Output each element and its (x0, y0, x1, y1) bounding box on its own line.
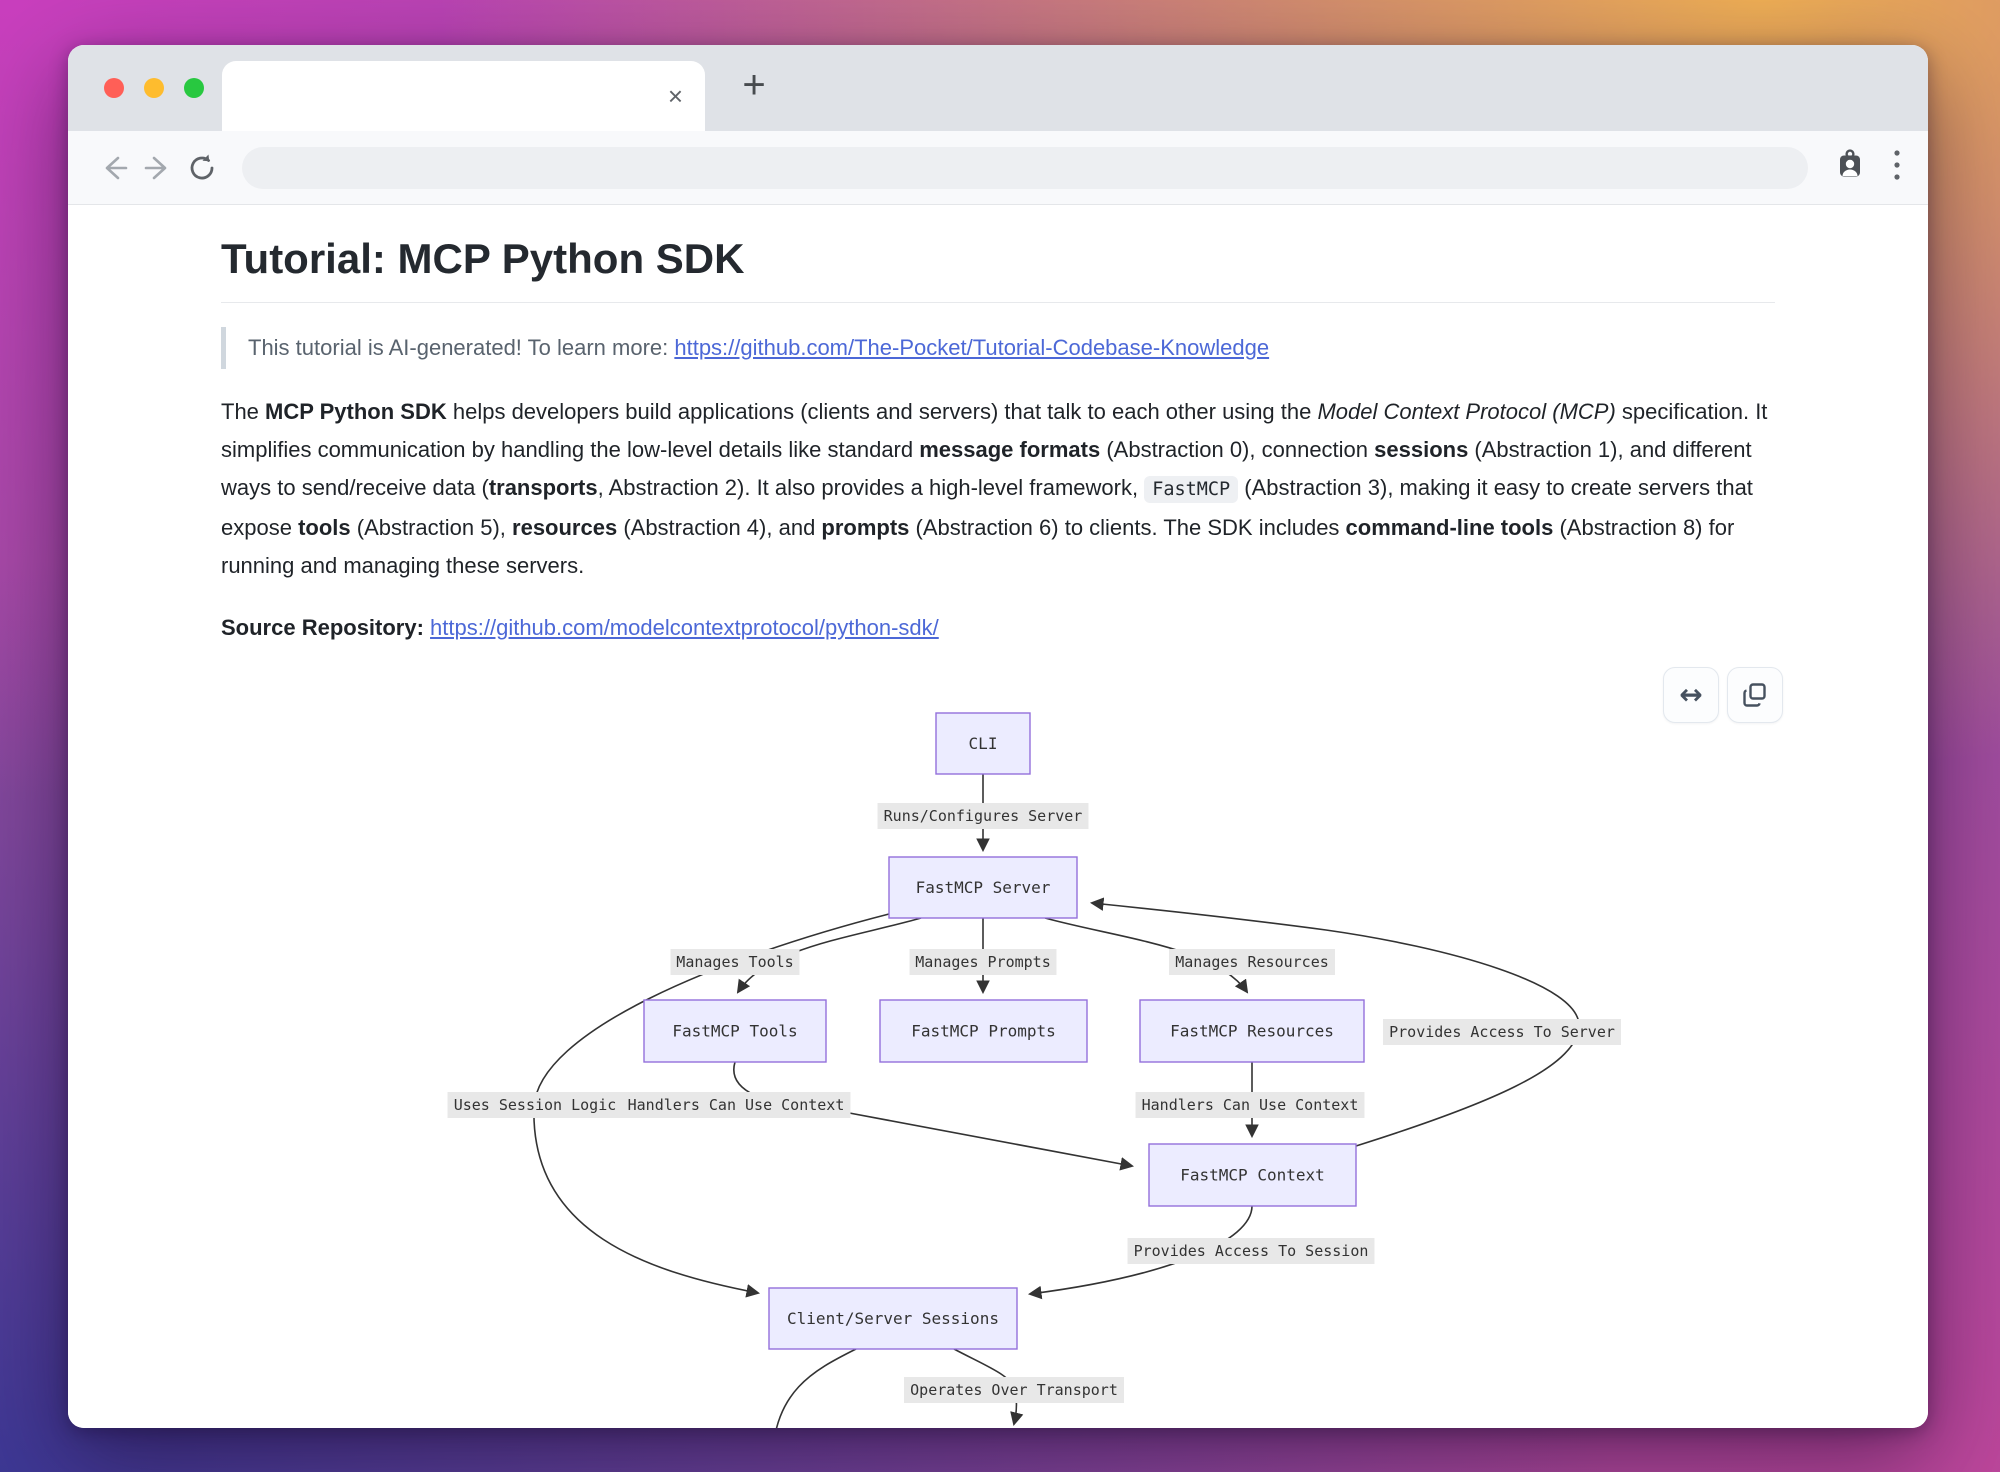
diagram-controls: ↔ (1663, 667, 1783, 723)
diagram-node-fastmcp-tools: FastMCP Tools (644, 1000, 826, 1062)
diagram-node-fastmcp-context: FastMCP Context (1149, 1144, 1356, 1206)
diagram-edge (772, 1349, 856, 1429)
diagram-edge-label: Manages Prompts (910, 949, 1057, 975)
minimize-window-button[interactable] (144, 78, 164, 98)
browser-tab[interactable]: × (222, 61, 705, 131)
intro-segment: FastMCP (1144, 476, 1238, 503)
diagram-node-fastmcp-prompts: FastMCP Prompts (880, 1000, 1087, 1062)
desktop-background: { "browser": { "traffic_lights": [ {"nam… (0, 0, 2000, 1472)
ai-note-blockquote: This tutorial is AI-generated! To learn … (221, 327, 1775, 369)
diagram-edge-label-text: Provides Access To Session (1134, 1242, 1369, 1260)
address-bar[interactable] (242, 147, 1808, 189)
diagram-node-client-server-sessions: Client/Server Sessions (769, 1288, 1017, 1349)
intro-segment: (Abstraction 5), (351, 515, 512, 540)
diagram-node-fastmcp-server: FastMCP Server (889, 857, 1077, 918)
source-repository-label: Source Repository: (221, 615, 430, 640)
close-window-button[interactable] (104, 78, 124, 98)
tab-strip: × + (68, 45, 1928, 131)
note-text: This tutorial is AI-generated! To learn … (248, 335, 674, 360)
diagram-edge-label: Manages Tools (671, 949, 800, 975)
menu-button[interactable] (1892, 148, 1902, 187)
mermaid-flowchart: Runs/Configures Server Manages Tools Manag… (426, 675, 1726, 1429)
intro-segment: (Abstraction 6) to clients. The SDK incl… (909, 515, 1345, 540)
diagram-node-label: FastMCP Prompts (911, 1021, 1056, 1040)
intro-segment: MCP Python SDK (265, 399, 447, 424)
reload-button[interactable] (180, 146, 224, 190)
intro-segment: tools (298, 515, 351, 540)
back-arrow-icon (99, 153, 129, 183)
diagram-node-label: FastMCP Context (1180, 1165, 1325, 1184)
diagram-node-cli: CLI (936, 713, 1030, 774)
diagram-edge-label: Manages Resources (1169, 949, 1335, 975)
browser-toolbar (68, 131, 1928, 205)
diagram-edge-label-text: Manages Prompts (915, 953, 1050, 971)
intro-segment: (Abstraction 0), connection (1100, 437, 1374, 462)
diagram-node-label: FastMCP Tools (672, 1021, 797, 1040)
diagram-section: ↔ Runs/Configures Server Manages Tools Man… (221, 675, 1775, 1429)
diagram-edge-label-text: Manages Resources (1175, 953, 1329, 971)
intro-segment: Model Context Protocol (MCP) (1317, 399, 1615, 424)
browser-window: × + (68, 45, 1928, 1428)
diagram-edge-label-text: Provides Access To Server (1389, 1023, 1615, 1041)
diagram-node-label: Client/Server Sessions (787, 1309, 999, 1328)
intro-paragraph: The MCP Python SDK helps developers buil… (221, 393, 1775, 585)
diagram-edge-label-text: Handlers Can Use Context (1142, 1096, 1359, 1114)
traffic-lights (104, 78, 204, 98)
intro-segment: message formats (919, 437, 1100, 462)
diagram-edge-label: Runs/Configures Server (878, 803, 1089, 829)
intro-segment: transports (489, 475, 598, 500)
intro-segment: (Abstraction 4), and (617, 515, 821, 540)
back-button[interactable] (92, 146, 136, 190)
diagram-edge-label-text: Runs/Configures Server (884, 807, 1083, 825)
diagram-edge-label: Uses Session Logic (448, 1092, 623, 1118)
intro-segment: command-line tools (1346, 515, 1554, 540)
toolbar-right-group (1834, 148, 1902, 187)
diagram-node-label: FastMCP Resources (1170, 1021, 1334, 1040)
intro-segment: The (221, 399, 265, 424)
expand-width-icon: ↔ (1679, 681, 1702, 709)
diagram-edge-label-text: Handlers Can Use Context (628, 1096, 845, 1114)
diagram-edge-label-text: Operates Over Transport (910, 1381, 1118, 1399)
diagram-edge-label: Provides Access To Session (1128, 1238, 1375, 1264)
diagram-node-label: FastMCP Server (916, 878, 1051, 897)
profile-badge-icon (1834, 149, 1866, 181)
intro-segment: , Abstraction 2). It also provides a hig… (598, 475, 1145, 500)
forward-arrow-icon (143, 153, 173, 183)
intro-segment: resources (512, 515, 617, 540)
source-repository-line: Source Repository: https://github.com/mo… (221, 611, 1775, 645)
copy-icon (1742, 682, 1768, 708)
diagram-edge-label: Operates Over Transport (904, 1377, 1124, 1403)
page-content: Tutorial: MCP Python SDK This tutorial i… (68, 205, 1928, 1428)
menu-dots-icon (1892, 148, 1902, 182)
diagram-edge-label-text: Manages Tools (676, 953, 793, 971)
forward-button[interactable] (136, 146, 180, 190)
intro-segment: prompts (821, 515, 909, 540)
diagram-edge-label: Handlers Can Use Context (1136, 1092, 1365, 1118)
intro-segment: sessions (1374, 437, 1468, 462)
maximize-window-button[interactable] (184, 78, 204, 98)
new-tab-button[interactable]: + (730, 63, 778, 111)
diagram-edge-label: Handlers Can Use Context (622, 1092, 851, 1118)
page-title: Tutorial: MCP Python SDK (221, 233, 1775, 303)
diagram-node-label: CLI (969, 734, 998, 753)
tab-close-icon[interactable]: × (668, 83, 683, 109)
copy-button[interactable] (1727, 667, 1783, 723)
diagram-edge-label: Provides Access To Server (1383, 1019, 1621, 1045)
intro-segment: helps developers build applications (cli… (447, 399, 1318, 424)
diagram-edge-label-text: Uses Session Logic (454, 1096, 617, 1114)
reload-icon (186, 152, 218, 184)
profile-button[interactable] (1834, 149, 1866, 186)
tutorial-codebase-link[interactable]: https://github.com/The-Pocket/Tutorial-C… (674, 335, 1269, 360)
source-repository-link[interactable]: https://github.com/modelcontextprotocol/… (430, 615, 939, 640)
diagram-node-fastmcp-resources: FastMCP Resources (1140, 1000, 1364, 1062)
expand-width-button[interactable]: ↔ (1663, 667, 1719, 723)
